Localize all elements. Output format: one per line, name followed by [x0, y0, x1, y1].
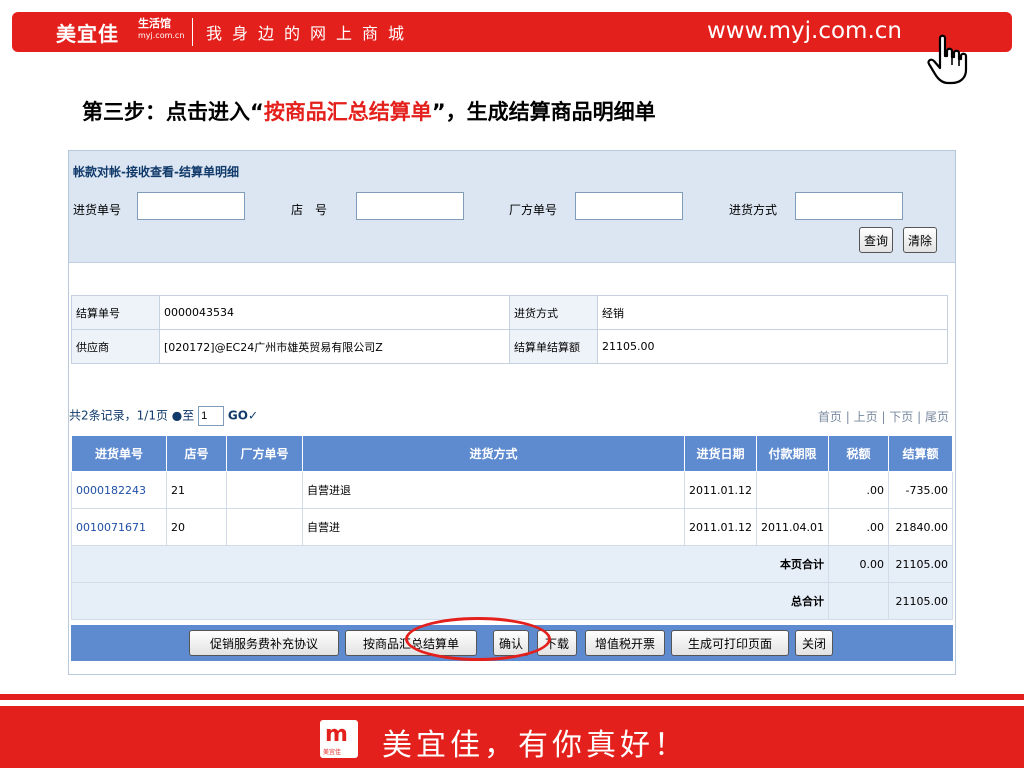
brand-sub-domain: myj.com.cn: [138, 31, 185, 40]
col-order-no: 进货单号: [71, 435, 167, 472]
col-settlement-amount: 结算额: [887, 435, 954, 472]
footer: m 美宜佳 美宜佳，有你真好！: [0, 706, 1024, 768]
store-no-label: 店 号: [291, 203, 328, 217]
info-row: 结算单号 0000043534 进货方式 经销: [71, 295, 948, 330]
col-store-no: 店号: [166, 435, 227, 472]
factory-no-label: 厂方单号: [509, 203, 558, 217]
info-row: 供应商 [020172]@EC24广州市雄英贸易有限公司Z 结算单结算额 211…: [71, 329, 948, 364]
settlement-info-table: 结算单号 0000043534 进货方式 经销 供应商 [020172]@EC2…: [71, 295, 948, 364]
factory-no-input[interactable]: [575, 192, 683, 220]
order-no-label: 进货单号: [73, 203, 122, 217]
method-value: 经销: [597, 295, 948, 330]
pager-summary: 共2条记录，1/1页: [69, 408, 168, 423]
grand-total-amount: 21105.00: [887, 582, 954, 620]
footer-logo: m 美宜佳: [320, 720, 358, 758]
clear-button[interactable]: 清除: [903, 227, 938, 253]
step-title-suffix: ”，生成结算商品明细单: [431, 100, 656, 124]
due-cell: [755, 471, 829, 509]
promo-agreement-button[interactable]: 促销服务费补充协议: [189, 630, 339, 656]
close-button[interactable]: 关闭: [795, 630, 833, 656]
next-page-link[interactable]: 下页: [889, 410, 913, 424]
page-total-tax: 0.00: [827, 545, 889, 583]
amount-label: 结算单结算额: [509, 329, 598, 364]
col-payment-due: 付款期限: [755, 435, 829, 472]
factory-cell: [226, 471, 303, 509]
page-total-label: 本页合计: [71, 545, 829, 583]
table-header-row: 进货单号 店号 厂方单号 进货方式 进货日期 付款期限 税额 结算额: [71, 435, 954, 472]
first-page-link[interactable]: 首页: [818, 410, 842, 424]
go-button[interactable]: GO✓: [228, 409, 258, 423]
purchase-method-label: 进货方式: [729, 203, 778, 217]
step-title: 第三步：点击进入“按商品汇总结算单”，生成结算商品明细单: [82, 96, 656, 126]
page-total-row: 本页合计 0.00 21105.00: [71, 545, 954, 583]
banner-divider: [192, 18, 193, 46]
grand-total-tax: [827, 582, 889, 620]
settle-no-label: 结算单号: [71, 295, 160, 330]
printable-page-button[interactable]: 生成可打印页面: [671, 630, 789, 656]
store-cell: 21: [166, 471, 227, 509]
footer-logo-text: 美宜佳: [323, 749, 342, 756]
store-cell: 20: [166, 508, 227, 546]
col-purchase-date: 进货日期: [684, 435, 757, 472]
order-no-input[interactable]: [137, 192, 245, 220]
query-button[interactable]: 查询: [859, 227, 894, 253]
page-total-amount: 21105.00: [887, 545, 954, 583]
order-no-link[interactable]: 0000182243: [71, 471, 167, 509]
brand-logo: 美宜佳: [56, 22, 119, 46]
brand-sub-name: 生活馆: [138, 17, 171, 30]
brand-subtitle: 生活馆 myj.com.cn: [138, 18, 184, 42]
table-row: 0000182243 21 自营进退 2011.01.12 .00 -735.0…: [71, 471, 954, 509]
step-title-highlight: 按商品汇总结算单: [263, 100, 432, 124]
top-banner: 美宜佳 生活馆 myj.com.cn 我身边的网上商城 www.myj.com.…: [12, 12, 1012, 52]
factory-cell: [226, 508, 303, 546]
highlight-ring: [405, 617, 551, 661]
step-title-prefix: 第三步：点击进入“: [82, 100, 264, 124]
page: 美宜佳 生活馆 myj.com.cn 我身边的网上商城 www.myj.com.…: [0, 0, 1024, 768]
footer-line: [0, 694, 1024, 700]
panel-header: 帐款对帐-接收查看-结算单明细: [69, 151, 955, 189]
method-cell: 自营进退: [302, 471, 685, 509]
prev-page-link[interactable]: 上页: [854, 410, 878, 424]
pager: 共2条记录，1/1页 ●至 GO✓: [69, 406, 258, 426]
pager-links: 首页 | 上页 | 下页 | 尾页: [817, 410, 949, 424]
grand-total-label: 总合计: [71, 582, 829, 620]
banner-slogan: 我身边的网上商城: [206, 24, 415, 43]
date-cell: 2011.01.12: [684, 471, 757, 509]
last-page-link[interactable]: 尾页: [925, 410, 949, 424]
due-cell: 2011.04.01: [755, 508, 829, 546]
amount-cell: 21840.00: [887, 508, 954, 546]
panel-title: 帐款对帐-接收查看-结算单明细: [73, 165, 239, 179]
table-row: 0010071671 20 自营进 2011.01.12 2011.04.01 …: [71, 508, 954, 546]
tax-cell: .00: [827, 471, 889, 509]
amount-value: 21105.00: [597, 329, 948, 364]
page-number-input[interactable]: [198, 406, 225, 426]
search-area: 进货单号 店 号 厂方单号 进货方式 查询 清除: [69, 189, 955, 263]
date-cell: 2011.01.12: [684, 508, 757, 546]
grand-total-row: 总合计 21105.00: [71, 582, 954, 620]
supplier-label: 供应商: [71, 329, 160, 364]
col-factory-no: 厂方单号: [226, 435, 303, 472]
hand-pointer-icon: [927, 34, 968, 85]
purchase-method-input[interactable]: [795, 192, 903, 220]
purchase-detail-table: 进货单号 店号 厂方单号 进货方式 进货日期 付款期限 税额 结算额 00001…: [71, 435, 954, 620]
method-label: 进货方式: [509, 295, 598, 330]
order-no-link[interactable]: 0010071671: [71, 508, 167, 546]
col-tax: 税额: [827, 435, 889, 472]
settlement-detail-panel: 帐款对帐-接收查看-结算单明细 进货单号 店 号 厂方单号 进货方式 查询 清除…: [68, 150, 956, 675]
site-url[interactable]: www.myj.com.cn: [707, 18, 902, 44]
pager-goto-label: ●至: [171, 408, 195, 423]
col-purchase-method: 进货方式: [302, 435, 685, 472]
supplier-value: [020172]@EC24广州市雄英贸易有限公司Z: [159, 329, 510, 364]
tax-cell: .00: [827, 508, 889, 546]
store-no-input[interactable]: [356, 192, 464, 220]
amount-cell: -735.00: [887, 471, 954, 509]
footer-logo-mark: m: [325, 722, 348, 747]
footer-slogan: 美宜佳，有你真好！: [382, 728, 688, 763]
vat-invoice-button[interactable]: 增值税开票: [585, 630, 665, 656]
settle-no-value: 0000043534: [159, 295, 510, 330]
method-cell: 自营进: [302, 508, 685, 546]
